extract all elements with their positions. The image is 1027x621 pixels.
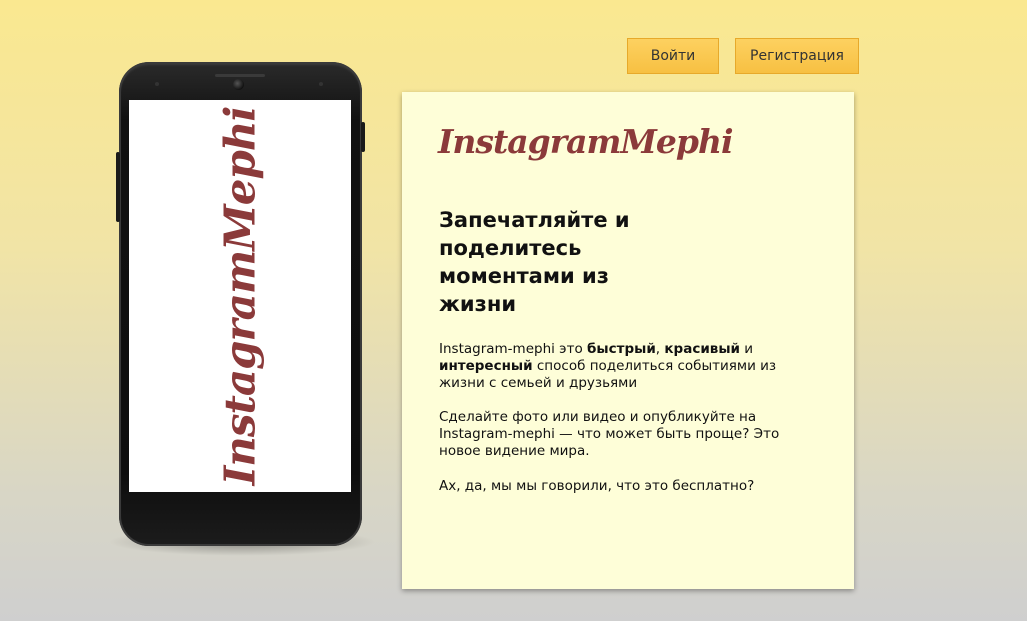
description-paragraph-3: Ах, да, мы мы говорили, что это бесплатн… xyxy=(439,478,755,494)
description-paragraph-2: Сделайте фото или видео и опубликуйте на… xyxy=(439,409,780,459)
register-button[interactable]: Регистрация xyxy=(735,38,859,74)
page-title: Запечатляйте и поделитесь моментами из ж… xyxy=(439,208,630,316)
phone-power-button xyxy=(361,122,365,152)
camera-icon xyxy=(233,79,244,90)
promo-card: InstagramMephi Запечатляйте и поделитесь… xyxy=(402,92,854,589)
brand-logo: InstagramMephi xyxy=(438,122,734,161)
description-paragraph: Instagram-mephi это быстрый, красивый и … xyxy=(439,341,777,391)
phone-sensor xyxy=(319,82,323,86)
phone-volume-button xyxy=(116,152,120,222)
phone-sensor xyxy=(155,82,159,86)
phone-screen: InstagramMephi xyxy=(129,100,351,492)
phone-mockup: InstagramMephi xyxy=(116,62,365,546)
phone-speaker xyxy=(215,74,265,77)
login-button[interactable]: Войти xyxy=(627,38,719,74)
phone-screen-logo: InstagramMephi xyxy=(215,106,265,486)
